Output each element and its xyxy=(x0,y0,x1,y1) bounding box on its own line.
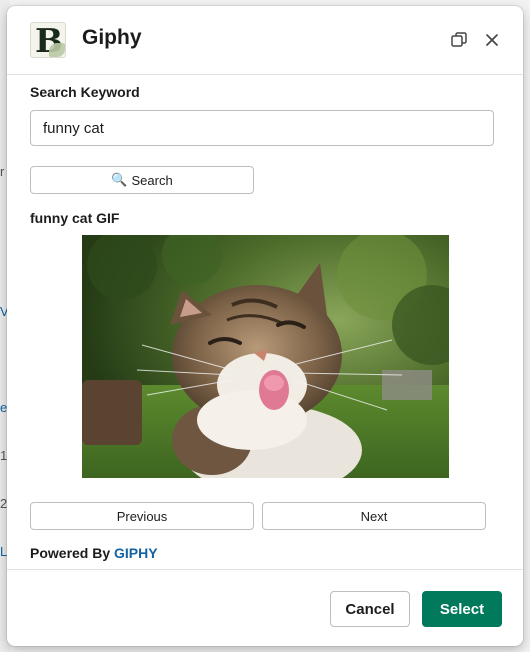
cancel-button[interactable]: Cancel xyxy=(330,591,410,627)
gif-image xyxy=(82,235,449,478)
expand-icon[interactable] xyxy=(449,30,469,50)
gif-title: funny cat GIF xyxy=(30,210,120,226)
powered-by-text: Powered By GIPHY xyxy=(30,545,158,561)
search-icon: 🔍 xyxy=(111,172,128,187)
modal-footer: Cancel Select xyxy=(7,569,523,646)
search-button[interactable]: 🔍 Search xyxy=(30,166,254,194)
giphy-modal: B Giphy Search Keyword 🔍 Search funny ca… xyxy=(7,6,523,646)
previous-button[interactable]: Previous xyxy=(30,502,254,530)
search-button-label: Search xyxy=(131,172,173,188)
next-button[interactable]: Next xyxy=(262,502,486,530)
modal-header: B Giphy xyxy=(7,6,523,75)
powered-by-prefix: Powered By xyxy=(30,545,115,561)
search-input[interactable] xyxy=(30,110,494,146)
search-keyword-label: Search Keyword xyxy=(30,84,140,100)
modal-title: Giphy xyxy=(82,26,142,49)
close-icon[interactable] xyxy=(482,30,502,50)
select-button[interactable]: Select xyxy=(422,591,502,627)
giphy-link[interactable]: GIPHY xyxy=(114,545,158,561)
modal-body: Search Keyword 🔍 Search funny cat GIF xyxy=(7,76,523,569)
app-logo: B xyxy=(30,22,66,58)
